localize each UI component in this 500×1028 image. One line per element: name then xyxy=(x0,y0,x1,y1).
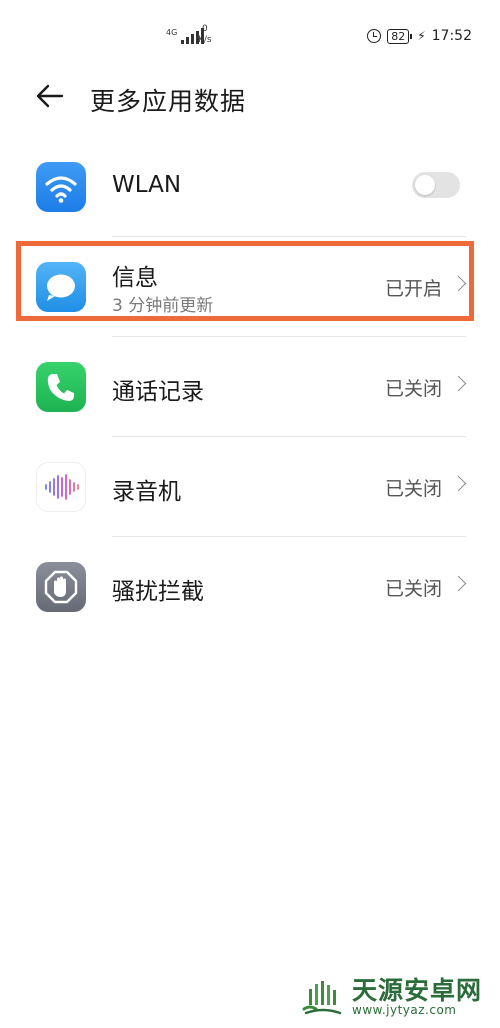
toggle-knob xyxy=(415,175,435,195)
item-status: 已关闭 xyxy=(384,578,442,600)
back-arrow-icon[interactable] xyxy=(34,80,66,112)
chevron-right-icon xyxy=(450,375,467,392)
watermark-url: www.jytyaz.com xyxy=(352,1003,457,1017)
chevron-right-icon xyxy=(450,575,467,592)
wlan-toggle[interactable] xyxy=(412,172,460,198)
watermark-name: 天源安卓网 xyxy=(352,976,483,1005)
item-status: 已关闭 xyxy=(384,478,442,500)
network-speed: 0 K/s xyxy=(198,24,212,45)
block-hand-icon xyxy=(36,562,86,612)
list-item-harassment-block[interactable]: 骚扰拦截 已关闭 xyxy=(0,536,500,636)
clock: 17:52 xyxy=(431,28,472,44)
item-label: 骚扰拦截 xyxy=(112,579,204,605)
battery-indicator: 82 xyxy=(387,28,413,44)
wifi-icon xyxy=(36,162,86,212)
recorder-icon xyxy=(36,462,86,512)
highlight-box xyxy=(16,241,474,321)
item-label: 录音机 xyxy=(112,479,181,505)
alarm-icon xyxy=(367,29,382,43)
watermark: 天源安卓网 www.jytyaz.com xyxy=(300,978,482,1017)
item-label: WLAN xyxy=(112,172,182,198)
item-label: 通话记录 xyxy=(112,379,204,405)
page-title: 更多应用数据 xyxy=(90,87,247,116)
phone-icon xyxy=(36,362,86,412)
list-item-call-log[interactable]: 通话记录 已关闭 xyxy=(0,336,500,436)
status-bar: 4G 0 K/s 82 ⚡ 17:52 xyxy=(0,0,500,72)
watermark-logo-icon xyxy=(302,980,342,1014)
list-item-recorder[interactable]: 录音机 已关闭 xyxy=(0,436,500,536)
chevron-right-icon xyxy=(450,475,467,492)
charging-icon: ⚡ xyxy=(417,29,426,43)
network-type: 4G xyxy=(166,28,178,37)
item-status: 已关闭 xyxy=(384,378,442,400)
app-bar: 更多应用数据 xyxy=(0,72,500,128)
list-item-wlan[interactable]: WLAN xyxy=(0,136,500,236)
